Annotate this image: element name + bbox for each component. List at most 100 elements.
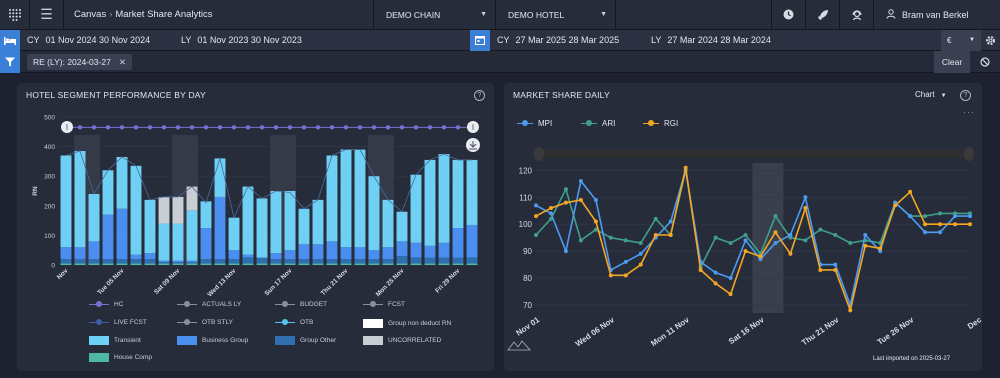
more-options-icon[interactable]: ··· <box>963 107 975 117</box>
clock-icon[interactable] <box>772 0 806 30</box>
rgi-point <box>548 206 553 211</box>
ari-point <box>728 241 733 246</box>
breadcrumb-root[interactable]: Canvas <box>74 9 106 20</box>
bar-segment <box>158 260 170 263</box>
hc-point <box>161 125 167 130</box>
legend-swatch <box>89 336 109 345</box>
bar-segment <box>312 199 324 245</box>
bar-segment <box>172 223 184 261</box>
currency-select[interactable]: € ▼ <box>941 30 981 51</box>
bar-segment <box>214 196 226 260</box>
legend-swatch <box>363 336 383 345</box>
ari-point <box>638 241 643 246</box>
user-menu[interactable]: Bram van Berkel <box>874 0 1000 30</box>
bar-segment <box>256 257 268 264</box>
bar-segment <box>214 158 226 197</box>
hotel-select[interactable]: DEMO HOTEL ▼ <box>496 0 616 30</box>
bar-segment <box>200 228 212 260</box>
bar-segment <box>242 257 254 264</box>
legend-item[interactable]: ACTUALS LY <box>177 301 241 308</box>
market-share-line-chart: 70 80 90 100 110 120 Nov 01 Wed 06 Nov Mon 11 No… <box>507 147 982 351</box>
rocket-icon[interactable] <box>806 0 840 30</box>
caret-down-icon: ▼ <box>480 10 487 18</box>
bar-segment <box>186 260 198 263</box>
bar-segment <box>200 259 212 264</box>
y-tick-label: 0 <box>51 263 55 270</box>
bar-segment <box>186 186 198 211</box>
bar-segment <box>368 176 380 251</box>
help-icon[interactable]: ? <box>960 90 971 101</box>
bar-segment <box>396 211 408 242</box>
app-logo-icon[interactable] <box>0 0 30 30</box>
hamburger-menu-icon[interactable]: ☰ <box>30 0 64 30</box>
legend-item[interactable]: UNCORRELATED <box>363 336 441 345</box>
bar-segment <box>130 263 142 265</box>
clear-filters-button[interactable]: Clear <box>934 51 970 73</box>
bed-icon[interactable] <box>0 29 20 51</box>
range-slider-track <box>536 150 970 158</box>
date-range-ly-1[interactable]: LY 01 Nov 2023 30 Nov 2023 <box>181 35 470 45</box>
help-icon[interactable]: ? <box>474 90 485 101</box>
bar-segment <box>298 259 310 264</box>
bar-segment <box>424 245 436 258</box>
gear-icon[interactable] <box>981 30 1000 51</box>
rgi-point <box>848 308 853 313</box>
rgi-point <box>623 273 628 278</box>
legend-item[interactable]: BUDGET <box>275 301 327 308</box>
legend-label: Group Other <box>300 337 337 344</box>
ari-point <box>803 238 808 243</box>
close-icon[interactable]: ✕ <box>119 57 126 67</box>
support-agent-icon[interactable] <box>840 0 874 30</box>
ari-point <box>833 232 838 237</box>
bar-segment <box>298 244 310 260</box>
chain-select[interactable]: DEMO CHAIN ▼ <box>374 0 496 30</box>
user-name: Bram van Berkel <box>902 9 969 20</box>
hc-point <box>77 125 83 130</box>
filter-icon[interactable] <box>0 51 20 73</box>
hc-point <box>245 125 251 130</box>
legend-item[interactable]: Group Other <box>275 336 336 345</box>
legend-label: Transient <box>114 337 141 344</box>
bar-segment <box>284 259 296 264</box>
bar-segment <box>256 263 268 265</box>
range-handle-left <box>534 147 544 161</box>
hc-point <box>287 125 293 130</box>
date-range-ly-2[interactable]: LY 27 Mar 2024 28 Mar 2024 <box>651 35 771 45</box>
hc-point <box>105 125 111 130</box>
legend-item[interactable]: HC <box>89 301 123 308</box>
legend-item[interactable]: FCST <box>363 301 405 308</box>
rgi-point <box>728 292 733 297</box>
legend-item[interactable]: LIVE FCST <box>89 319 147 326</box>
rgi-point <box>938 222 943 227</box>
date-range-cy-1[interactable]: CY 01 Nov 2024 30 Nov 2024 <box>27 35 181 45</box>
bar-segment <box>396 241 408 257</box>
chart-type-select[interactable]: Chart ▼ <box>915 90 947 99</box>
ari-point <box>938 211 943 216</box>
filter-chip[interactable]: RE (LY): 2024-03-27 ✕ <box>27 54 132 70</box>
hc-point <box>133 125 139 130</box>
bar-segment <box>312 259 324 264</box>
block-icon[interactable] <box>970 51 1000 73</box>
legend-item[interactable]: OTB <box>275 319 313 326</box>
hc-point <box>301 125 307 130</box>
x-tick-label: Mon 11 Nov <box>649 315 691 348</box>
calendar-icon[interactable] <box>470 29 490 51</box>
bar-segment <box>452 257 464 264</box>
bar-segment <box>172 262 184 264</box>
legend-item[interactable]: OTB STLY <box>177 319 233 326</box>
y-tick-label: 300 <box>44 174 55 181</box>
hc-point <box>119 125 125 130</box>
legend-item[interactable]: Business Group <box>177 336 248 345</box>
legend-item[interactable]: Group non deduct RN <box>363 319 451 328</box>
rgi-point <box>773 230 778 235</box>
legend-item[interactable]: House Comp <box>89 353 152 362</box>
date-range-cy-2[interactable]: CY 27 Mar 2025 28 Mar 2025 <box>497 35 651 45</box>
bar-segment <box>270 191 282 254</box>
rgi-point <box>638 262 643 267</box>
bar-segment <box>130 165 142 255</box>
legend-item[interactable]: Transient <box>89 336 141 345</box>
bar-segment <box>270 253 282 260</box>
mpi-point <box>578 179 583 184</box>
rgi-point <box>833 267 838 272</box>
download-icon[interactable] <box>466 138 480 152</box>
